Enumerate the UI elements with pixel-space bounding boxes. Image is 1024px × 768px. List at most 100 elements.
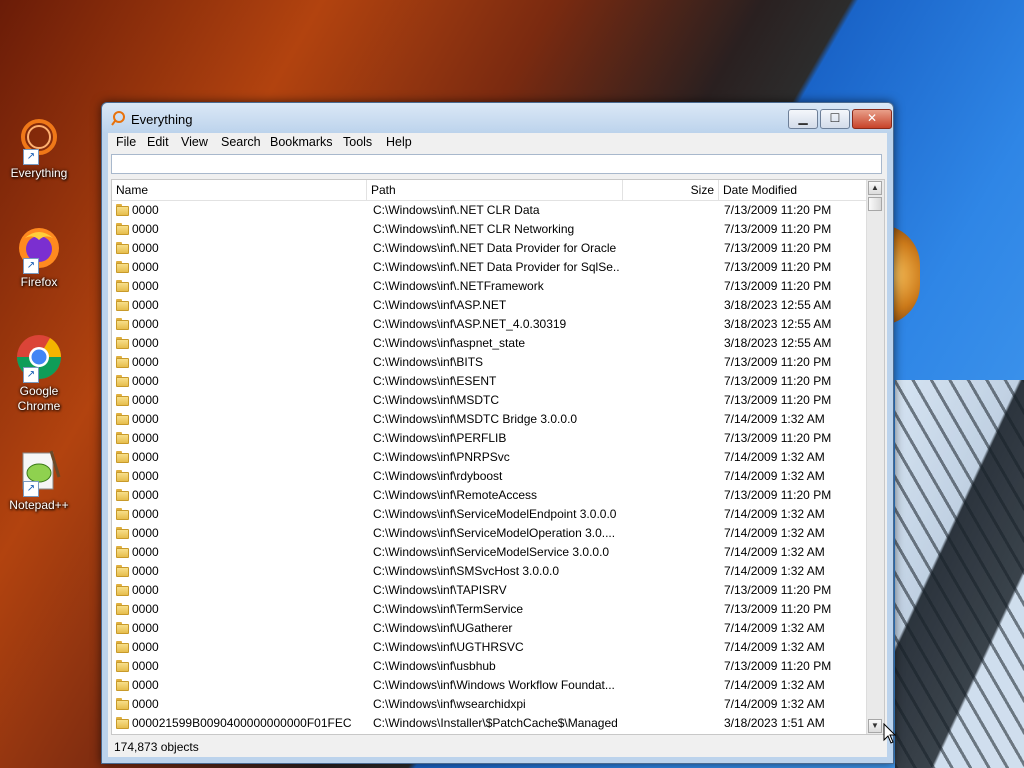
table-row[interactable]: 0000 C:\Windows\inf\TAPISRV 7/13/2009 11:2… — [112, 581, 868, 600]
cell-date-modified: 3/18/2023 12:55 AM — [724, 317, 832, 331]
table-row[interactable]: 0000 C:\Windows\inf\MSDTC 7/13/2009 11:20 … — [112, 391, 868, 410]
scroll-up-button[interactable]: ▲ — [868, 181, 882, 195]
cell-name: 0000 — [132, 564, 159, 578]
shortcut-arrow-icon: ↗ — [23, 149, 39, 165]
close-button[interactable]: ✕ — [852, 109, 892, 129]
desktop-icon-everything[interactable]: ↗ Everything — [4, 115, 74, 181]
maximize-button[interactable]: ☐ — [820, 109, 850, 129]
everything-icon: ↗ — [15, 115, 63, 165]
cell-date-modified: 7/13/2009 11:20 PM — [724, 431, 832, 445]
folder-icon — [116, 698, 129, 710]
minimize-button[interactable]: ▁ — [788, 109, 818, 129]
table-row[interactable]: 0000 C:\Windows\inf\.NET Data Provider fo… — [112, 258, 868, 277]
folder-icon — [116, 299, 129, 311]
table-row[interactable]: 0000 C:\Windows\inf\Windows Workflow Foun… — [112, 676, 868, 695]
cell-name: 000021599B0090400000000000F01FEC — [132, 716, 352, 730]
cell-date-modified: 7/14/2009 1:32 AM — [724, 564, 825, 578]
menu-edit[interactable]: Edit — [147, 135, 169, 149]
column-header-date-modified[interactable]: Date Modified — [719, 180, 868, 200]
table-row[interactable]: 0000 C:\Windows\inf\usbhub 7/13/2009 11:20… — [112, 657, 868, 676]
desktop-icon-label: Google Chrome — [17, 384, 61, 413]
cell-name: 0000 — [132, 602, 159, 616]
cell-name: 0000 — [132, 317, 159, 331]
title-bar[interactable]: Everything ▁ ☐ ✕ — [102, 103, 893, 133]
folder-icon — [116, 508, 129, 520]
cell-name: 0000 — [132, 203, 159, 217]
table-row[interactable]: 0000 C:\Windows\inf\SMSvcHost 3.0.0.0 7/14… — [112, 562, 868, 581]
menu-search[interactable]: Search — [221, 135, 261, 149]
cell-name: 0000 — [132, 640, 159, 654]
cell-path: C:\Windows\inf\MSDTC Bridge 3.0.0.0 — [373, 412, 578, 426]
folder-icon — [116, 679, 129, 691]
folder-icon — [116, 280, 129, 292]
table-row[interactable]: 000021599B0090400000000000F01FEC C:\Windo… — [112, 714, 868, 733]
table-row[interactable]: 0000 C:\Windows\inf\.NET CLR Networking 7/… — [112, 220, 868, 239]
table-row[interactable]: 0000 C:\Windows\inf\.NETFramework 7/13/200… — [112, 277, 868, 296]
search-input[interactable] — [112, 155, 881, 173]
scroll-thumb[interactable] — [868, 197, 882, 211]
menu-view[interactable]: View — [181, 135, 208, 149]
cell-path: C:\Windows\inf\ASP.NET_4.0.30319 — [373, 317, 567, 331]
desktop-icon-google-chrome[interactable]: ↗ Google Chrome — [4, 333, 74, 414]
menu-tools[interactable]: Tools — [343, 135, 372, 149]
shortcut-arrow-icon: ↗ — [23, 481, 39, 497]
cell-date-modified: 7/14/2009 1:32 AM — [724, 526, 825, 540]
vertical-scrollbar[interactable]: ▲ ▼ — [866, 180, 884, 734]
scroll-down-button[interactable]: ▼ — [868, 719, 882, 733]
table-row[interactable]: 0000 C:\Windows\inf\aspnet_state 3/18/2023… — [112, 334, 868, 353]
table-row[interactable]: 0000 C:\Windows\inf\BITS 7/13/2009 11:20 P… — [112, 353, 868, 372]
table-row[interactable]: 0000 C:\Windows\inf\UGTHRSVC 7/14/2009 1:3… — [112, 638, 868, 657]
desktop-icon-label: Everything — [10, 166, 68, 180]
table-row[interactable]: 0000 C:\Windows\inf\TermService 7/13/2009 … — [112, 600, 868, 619]
folder-icon — [116, 432, 129, 444]
cell-path: C:\Windows\inf\BITS — [373, 355, 484, 369]
desktop-icon-notepadpp[interactable]: ↗ Notepad++ — [4, 447, 74, 513]
cell-name: 0000 — [132, 526, 159, 540]
table-row[interactable]: 0000 C:\Windows\inf\.NET Data Provider fo… — [112, 239, 868, 258]
status-object-count: 174,873 objects — [114, 740, 199, 754]
desktop-icon-firefox[interactable]: ↗ Firefox — [4, 224, 74, 290]
table-row[interactable]: 0000 C:\Windows\inf\ServiceModelEndpoint … — [112, 505, 868, 524]
cell-path: C:\Windows\inf\Windows Workflow Foundat.… — [373, 678, 615, 692]
table-row[interactable]: 0000 C:\Windows\inf\PERFLIB 7/13/2009 11:2… — [112, 429, 868, 448]
cell-date-modified: 7/14/2009 1:32 AM — [724, 469, 825, 483]
folder-icon — [116, 622, 129, 634]
table-row[interactable]: 0000 C:\Windows\inf\ASP.NET_4.0.30319 3/18… — [112, 315, 868, 334]
cell-path: C:\Windows\inf\ServiceModelService 3.0.0… — [373, 545, 610, 559]
cell-name: 0000 — [132, 659, 159, 673]
table-row[interactable]: 0000 C:\Windows\inf\ServiceModelOperation… — [112, 524, 868, 543]
window-title: Everything — [131, 112, 193, 127]
column-header-name[interactable]: Name — [112, 180, 367, 200]
table-row[interactable]: 0000 C:\Windows\inf\wsearchidxpi 7/14/2009… — [112, 695, 868, 714]
cell-date-modified: 7/14/2009 1:32 AM — [724, 507, 825, 521]
table-row[interactable]: 0000 C:\Windows\inf\UGatherer 7/14/2009 1:… — [112, 619, 868, 638]
search-box[interactable] — [111, 154, 882, 174]
table-row[interactable]: 0000 C:\Windows\inf\MSDTC Bridge 3.0.0.0 7… — [112, 410, 868, 429]
cell-path: C:\Windows\inf\UGTHRSVC — [373, 640, 524, 654]
table-row[interactable]: 0000 C:\Windows\inf\ServiceModelService 3… — [112, 543, 868, 562]
results-list[interactable]: Name Path Size Date Modified 0000 C:\Wind… — [111, 179, 885, 735]
column-header-size[interactable]: Size — [623, 180, 719, 200]
cell-path: C:\Windows\inf\wsearchidxpi — [373, 697, 526, 711]
menu-file[interactable]: File — [116, 135, 136, 149]
cell-name: 0000 — [132, 260, 159, 274]
cell-name: 0000 — [132, 431, 159, 445]
cell-name: 0000 — [132, 279, 159, 293]
menu-help[interactable]: Help — [386, 135, 412, 149]
cell-name: 0000 — [132, 222, 159, 236]
folder-icon — [116, 527, 129, 539]
cell-path: C:\Windows\inf\SMSvcHost 3.0.0.0 — [373, 564, 560, 578]
cell-path: C:\Windows\inf\ASP.NET — [373, 298, 507, 312]
cell-path: C:\Windows\inf\aspnet_state — [373, 336, 526, 350]
folder-icon — [116, 318, 129, 330]
table-row[interactable]: 0000 C:\Windows\inf\.NET CLR Data 7/13/200… — [112, 201, 868, 220]
cell-name: 0000 — [132, 697, 159, 711]
menu-bookmarks[interactable]: Bookmarks — [270, 135, 333, 149]
table-row[interactable]: 0000 C:\Windows\inf\ESENT 7/13/2009 11:20 … — [112, 372, 868, 391]
cell-path: C:\Windows\inf\UGatherer — [373, 621, 513, 635]
column-header-path[interactable]: Path — [367, 180, 623, 200]
table-row[interactable]: 0000 C:\Windows\inf\ASP.NET 3/18/2023 12:5… — [112, 296, 868, 315]
table-row[interactable]: 0000 C:\Windows\inf\PNRPSvc 7/14/2009 1:32… — [112, 448, 868, 467]
table-row[interactable]: 0000 C:\Windows\inf\RemoteAccess 7/13/2009… — [112, 486, 868, 505]
table-row[interactable]: 0000 C:\Windows\inf\rdyboost 7/14/2009 1:3… — [112, 467, 868, 486]
